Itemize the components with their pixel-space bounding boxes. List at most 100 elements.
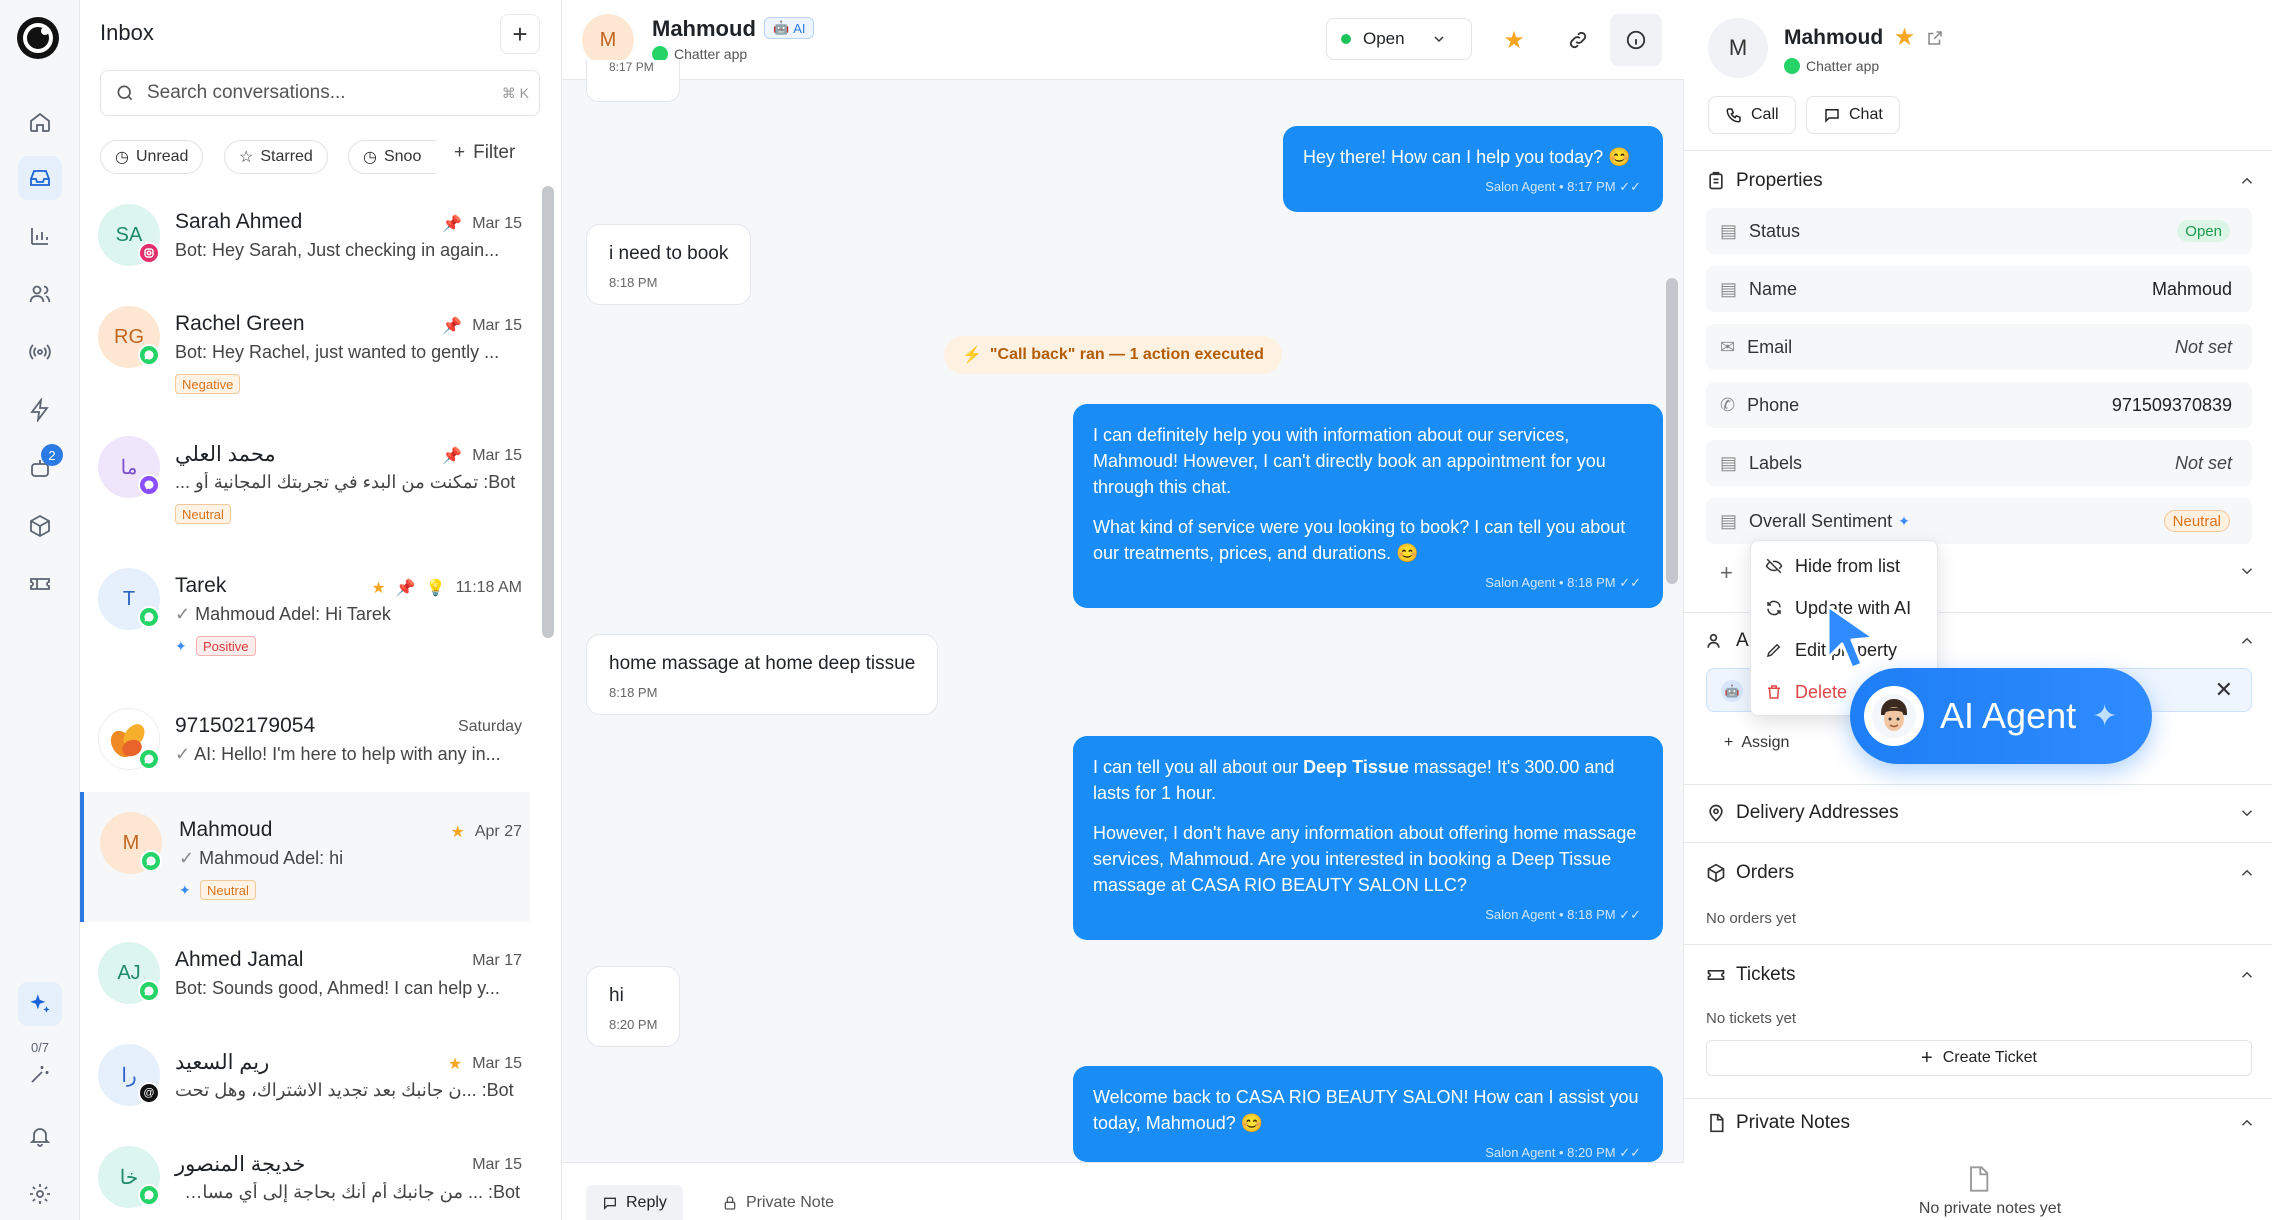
status-dropdown[interactable]: Open [1326, 18, 1472, 60]
chat-scrollbar[interactable] [1666, 278, 1678, 584]
menu-item-delete[interactable]: Delete [1765, 677, 1847, 707]
remove-assignee-icon[interactable]: ✕ [2215, 677, 2233, 703]
property-status[interactable]: ▤ Status Open [1706, 208, 2252, 254]
home-icon[interactable] [18, 100, 62, 144]
conversation-date: 11:18 AM [455, 579, 522, 596]
delivery-addresses-header[interactable]: Delivery Addresses [1706, 802, 1899, 824]
magic-wand-icon[interactable] [18, 1052, 62, 1096]
clipboard-icon [1706, 171, 1726, 191]
property-email[interactable]: ✉ Email Not set [1706, 324, 2252, 370]
filter-unread-chip[interactable]: ◷ Unread [100, 140, 204, 174]
broadcast-icon[interactable] [18, 330, 62, 374]
chevron-up-icon[interactable] [2238, 1114, 2256, 1132]
chevron-up-icon[interactable] [2238, 172, 2256, 190]
contact-avatar: M [1708, 18, 1768, 78]
property-name[interactable]: ▤ Name Mahmoud [1706, 266, 2252, 312]
agent-avatar-icon [1864, 686, 1924, 746]
pin-icon: 📌 [442, 216, 463, 233]
conversation-date: Mar 15 [472, 1055, 522, 1072]
contacts-icon[interactable] [18, 272, 62, 316]
divider [1684, 842, 2272, 843]
external-link-icon[interactable] [1926, 29, 1944, 47]
link-button[interactable] [1556, 18, 1600, 62]
conversation-item[interactable]: T Tarek ★ 📌 💡 11:18 AM ✓ Mahmoud Adel: Hi T… [80, 548, 530, 678]
new-conversation-button[interactable]: + [500, 14, 540, 54]
ai-agent-pill[interactable]: AI Agent ✦ [1850, 668, 2152, 764]
chevron-up-icon[interactable] [2238, 966, 2256, 984]
chevron-down-icon [1431, 31, 1447, 47]
tab-private-note[interactable]: Private Note [706, 1185, 850, 1220]
tickets-header[interactable]: Tickets [1706, 964, 1795, 986]
list-scrollbar[interactable] [542, 186, 554, 638]
divider [1684, 1098, 2272, 1099]
star-icon[interactable]: ★ [1895, 25, 1914, 50]
contact-name[interactable]: Mahmoud [652, 16, 756, 42]
automation-icon[interactable] [18, 388, 62, 432]
nav-rail: 2 0/7 [0, 0, 80, 1220]
filter-snoozed-chip[interactable]: ◷ Snoo [348, 140, 436, 174]
app-logo-icon[interactable] [14, 14, 62, 62]
double-check-icon: ✓✓ [1619, 907, 1641, 922]
building-icon: ▤ [1720, 452, 1738, 473]
ai-sparkle-icon[interactable] [18, 982, 62, 1026]
clock-icon: ◷ [115, 149, 129, 166]
conversation-item-selected[interactable]: M Mahmoud ★ Apr 27 ✓ Mahmoud Adel: hi ✦ N… [80, 792, 530, 922]
phone-icon: ✆ [1720, 394, 1736, 415]
menu-item-hide[interactable]: Hide from list [1765, 551, 1900, 581]
search-shortcut: ⌘ K [501, 84, 529, 101]
reply-icon [602, 1195, 618, 1211]
search-input[interactable]: Search conversations... ⌘ K [100, 70, 540, 116]
products-icon[interactable] [18, 504, 62, 548]
add-property-icon[interactable]: + [1720, 560, 1733, 586]
double-check-icon: ✓✓ [1619, 575, 1641, 590]
plus-icon: + [454, 142, 466, 163]
chevron-down-icon[interactable] [2238, 804, 2256, 822]
message-bubble-outgoing: Welcome back to CASA RIO BEAUTY SALON! H… [1073, 1066, 1663, 1162]
empty-note-icon [1964, 1164, 1992, 1194]
channel-label: Chatter app [1784, 58, 1879, 74]
assignees-header[interactable]: A [1706, 630, 1749, 652]
conversation-item[interactable]: RG Rachel Green 📌 Mar 15 Bot: Hey Rachel,… [80, 286, 530, 416]
last-message: Bot: Sounds good, Ahmed! I can help y... [175, 978, 500, 998]
private-notes-header[interactable]: Private Notes [1706, 1112, 1850, 1134]
sparkle-icon: ✦ [2092, 699, 2118, 733]
settings-gear-icon[interactable] [18, 1172, 62, 1216]
conversation-item[interactable]: ما محمد العلي 📌 Mar 15 Bot: تمكنت من البد… [80, 416, 530, 546]
chevron-down-icon[interactable] [2238, 562, 2256, 580]
threads-icon: @ [138, 1082, 160, 1104]
add-filter-button[interactable]: + Filter [454, 142, 515, 164]
property-labels[interactable]: ▤ Labels Not set [1706, 440, 2252, 486]
bell-icon[interactable] [18, 1114, 62, 1158]
create-ticket-button[interactable]: + Create Ticket [1706, 1040, 2252, 1076]
assign-button[interactable]: + Assign [1724, 734, 1789, 752]
read-check-icon: ✓ [179, 848, 200, 868]
property-phone[interactable]: ✆ Phone 971509370839 [1706, 382, 2252, 428]
filter-starred-chip[interactable]: ☆ Starred [224, 140, 328, 174]
chevron-up-icon[interactable] [2238, 864, 2256, 882]
call-button[interactable]: Call [1708, 96, 1796, 134]
conversation-item[interactable]: خا خديجة المنصور Mar 15 Bot: ... من جانب… [80, 1126, 530, 1220]
mail-icon: ✉ [1720, 336, 1736, 357]
orders-header[interactable]: Orders [1706, 862, 1794, 884]
inbox-icon[interactable] [18, 156, 62, 200]
tab-reply[interactable]: Reply [586, 1185, 683, 1220]
sentiment-tag: Negative [175, 374, 241, 394]
last-message: AI: Hello! I'm here to help with any in.… [194, 744, 501, 764]
tickets-icon[interactable] [18, 562, 62, 606]
conversation-date: Mar 15 [472, 1156, 522, 1173]
star-button[interactable]: ★ [1492, 18, 1536, 62]
search-placeholder: Search conversations... [147, 82, 346, 103]
info-button[interactable] [1610, 14, 1662, 66]
contact-name: ريم السعيد [175, 1051, 270, 1074]
conversation-list-panel: Inbox + Search conversations... ⌘ K ◷ Unr… [80, 0, 562, 1220]
chevron-up-icon[interactable] [2238, 632, 2256, 650]
lightning-icon: ⚡ [962, 347, 982, 364]
chat-button[interactable]: Chat [1806, 96, 1900, 134]
property-overall-sentiment[interactable]: ▤ Overall Sentiment ✦ Neutral [1706, 498, 2252, 544]
properties-header[interactable]: Properties [1706, 170, 1823, 192]
analytics-icon[interactable] [18, 214, 62, 258]
divider [1684, 150, 2272, 151]
pencil-icon [1765, 641, 1783, 659]
inbox-title: Inbox [100, 20, 154, 45]
lock-icon [722, 1195, 738, 1211]
